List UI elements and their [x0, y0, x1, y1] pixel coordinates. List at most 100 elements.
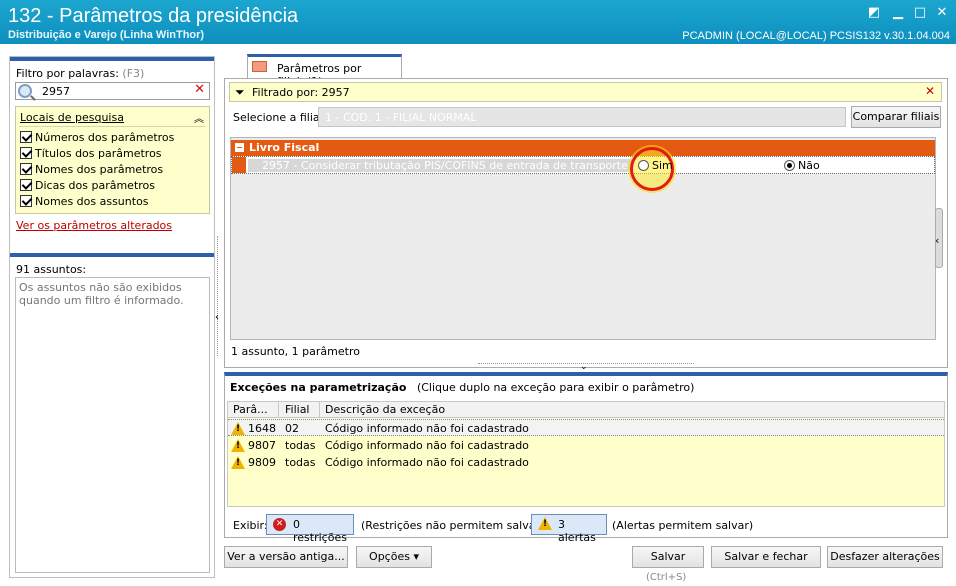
splitter-grip — [217, 236, 220, 356]
scope-option-subjects[interactable]: Nomes dos assuntos — [20, 195, 149, 211]
scope-option-names[interactable]: Nomes dos parâmetros — [20, 163, 163, 179]
table-row[interactable]: 1648 02 Código informado não foi cadastr… — [228, 419, 944, 436]
table-header: Parâ... Filial Descrição da exceção — [228, 402, 944, 418]
collapse-left-icon[interactable]: ‹ — [215, 312, 219, 323]
scope-option-label: Dicas dos parâmetros — [35, 179, 156, 192]
collapse-group-icon[interactable] — [235, 143, 244, 152]
row-indicator — [232, 157, 246, 173]
window-subtitle: Distribuição e Varejo (Linha WinThor) — [8, 29, 205, 41]
search-icon — [18, 84, 32, 98]
collapse-right-icon[interactable]: ‹ — [935, 234, 939, 247]
params-grid: Livro Fiscal 2957 - Considerar tributaçã… — [230, 137, 936, 340]
maximize-icon[interactable]: □ — [912, 6, 928, 20]
subjects-list[interactable]: Os assuntos não são exibidos quando um f… — [15, 277, 210, 573]
col-filial[interactable]: Filial — [285, 403, 310, 416]
user-info: PCADMIN (LOCAL@LOCAL) PCSIS132 v.30.1.04… — [682, 30, 950, 42]
search-input-value: 2957 — [42, 85, 70, 98]
scope-option-numbers[interactable]: Números dos parâmetros — [20, 131, 174, 147]
collapse-icon[interactable]: ︽ — [194, 110, 204, 125]
branch-select[interactable]: 1 - COD. 1 - FILIAL NORMAL — [318, 107, 846, 127]
warning-icon — [231, 456, 245, 469]
option-sim-label: Sim — [652, 159, 673, 172]
scope-option-tips[interactable]: Dicas dos parâmetros — [20, 179, 155, 195]
col-description[interactable]: Descrição da exceção — [325, 403, 445, 416]
warning-icon — [231, 422, 245, 435]
vertical-splitter[interactable]: ‹ — [215, 236, 223, 356]
cell-filial: 02 — [285, 422, 299, 435]
checkbox-checked-icon[interactable] — [20, 147, 32, 159]
filter-shortcut-hint: (F3) — [122, 67, 145, 80]
window-title: 132 - Parâmetros da presidência — [8, 5, 299, 27]
cell-desc: Código informado não foi cadastrado — [325, 439, 529, 452]
table-row[interactable]: 9809 todas Código informado não foi cada… — [228, 454, 944, 471]
warning-icon — [538, 517, 552, 530]
save-and-close-button[interactable]: Salvar e fechar — [711, 546, 821, 568]
params-panel: ⏷ Filtrado por: 2957 ✕ Selecione a filia… — [224, 78, 948, 368]
option-nao[interactable]: Não — [784, 159, 820, 172]
cell-param: 1648 — [248, 422, 276, 435]
exceptions-title: Exceções na parametrização (Clique duplo… — [230, 381, 695, 394]
search-input[interactable]: 2957 ✕ — [15, 82, 210, 100]
undo-changes-button[interactable]: Desfazer alterações — [827, 546, 943, 568]
cell-param: 9807 — [248, 439, 276, 452]
left-panel-accent — [10, 57, 214, 61]
folder-icon — [252, 61, 267, 72]
cell-desc: Código informado não foi cadastrado — [325, 456, 529, 469]
divider — [19, 126, 205, 127]
checkbox-checked-icon[interactable] — [20, 195, 32, 207]
warning-icon — [231, 439, 245, 452]
tab-params-by-branch[interactable]: Parâmetros por filial (1) — [247, 54, 402, 88]
cell-desc: Código informado não foi cadastrado — [325, 422, 529, 435]
options-button[interactable]: Opções ▾ — [356, 546, 432, 568]
restrictions-button[interactable]: ✕ 0 restrições — [266, 514, 354, 544]
scope-option-label: Nomes dos parâmetros — [35, 163, 164, 176]
filter-label-text: Filtro por palavras: — [16, 67, 119, 80]
checkbox-checked-icon[interactable] — [20, 131, 32, 143]
clear-search-icon[interactable]: ✕ — [194, 82, 205, 97]
remove-filter-icon[interactable]: ✕ — [925, 84, 935, 98]
col-param[interactable]: Parâ... — [233, 403, 268, 416]
scope-option-label: Títulos dos parâmetros — [35, 147, 162, 160]
close-icon[interactable]: ✕ — [934, 6, 950, 20]
radio-checked-icon[interactable] — [784, 160, 795, 171]
filter-label: Filtro por palavras: (F3) — [16, 67, 144, 80]
old-version-button[interactable]: Ver a versão antiga... — [224, 546, 348, 568]
title-bar: 132 - Parâmetros da presidência Distribu… — [0, 0, 956, 44]
restrictions-label: 0 restrições — [293, 518, 347, 544]
save-shortcut: (Ctrl+S) — [646, 572, 687, 583]
altered-params-link[interactable]: Ver os parâmetros alterados — [16, 219, 172, 232]
result-count: 1 assunto, 1 parâmetro — [231, 345, 360, 358]
cell-filial: todas — [285, 439, 316, 452]
option-nao-label: Não — [798, 159, 820, 172]
show-label: Exibir: — [233, 519, 268, 532]
subjects-empty-message: Os assuntos não são exibidos quando um f… — [19, 281, 184, 307]
column-divider — [319, 402, 320, 418]
radio-unchecked-icon[interactable] — [638, 160, 649, 171]
alerts-label: 3 alertas — [558, 518, 596, 544]
horizontal-splitter[interactable]: ⌄ — [478, 362, 694, 372]
search-scopes-panel: Locais de pesquisa ︽ Números dos parâmet… — [15, 106, 210, 214]
column-divider — [278, 402, 279, 418]
table-row[interactable]: 9807 todas Código informado não foi cada… — [228, 437, 944, 454]
minimize-icon[interactable]: ▁ — [890, 6, 906, 20]
alerts-note: (Alertas permitem salvar) — [612, 519, 754, 532]
exceptions-table[interactable]: Parâ... Filial Descrição da exceção 1648… — [227, 401, 945, 507]
param-description: 2957 - Considerar tributação PIS/COFINS … — [248, 159, 632, 172]
checkbox-checked-icon[interactable] — [20, 179, 32, 191]
compare-branches-button[interactable]: Comparar filiais — [851, 106, 941, 128]
filter-banner-text: Filtrado por: 2957 — [252, 86, 350, 99]
save-button[interactable]: Salvar — [632, 546, 704, 568]
option-sim[interactable]: Sim — [638, 159, 673, 172]
group-header-livro-fiscal[interactable]: Livro Fiscal — [231, 140, 935, 156]
error-icon: ✕ — [273, 518, 286, 531]
subjects-count: 91 assuntos: — [16, 263, 87, 276]
branch-label: Selecione a filial: — [233, 111, 327, 124]
search-scopes-header[interactable]: Locais de pesquisa — [20, 111, 124, 124]
param-row-2957[interactable]: 2957 - Considerar tributação PIS/COFINS … — [231, 147, 935, 191]
alerts-button[interactable]: 3 alertas — [531, 514, 607, 544]
chevron-down-icon[interactable]: ⌄ — [580, 362, 588, 372]
scope-option-label: Nomes dos assuntos — [35, 195, 149, 208]
scope-option-titles[interactable]: Títulos dos parâmetros — [20, 147, 162, 163]
pin-icon[interactable]: ◩ — [866, 6, 882, 20]
checkbox-checked-icon[interactable] — [20, 163, 32, 175]
